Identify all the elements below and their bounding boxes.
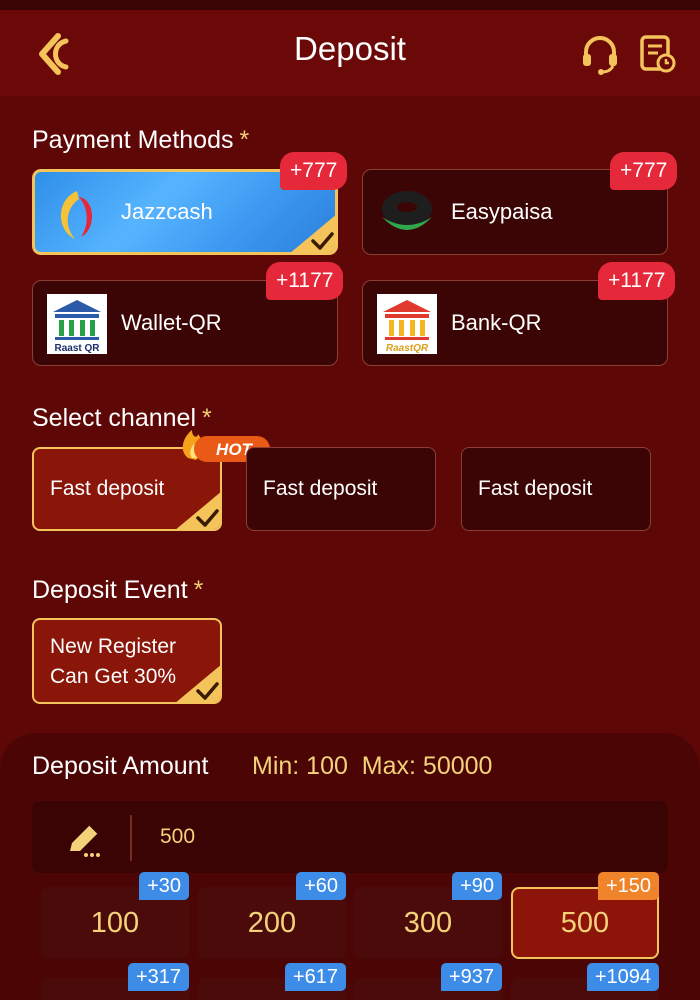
amount-chip[interactable]: 200 +60 <box>198 872 346 959</box>
event-line-1: New Register <box>50 635 177 658</box>
chip-bonus-badge: +617 <box>284 963 346 991</box>
svg-text:Raast QR: Raast QR <box>54 343 100 354</box>
bonus-badge: +1177 <box>598 262 676 300</box>
chip-value: 100 <box>90 906 140 939</box>
channel-label: Fast deposit <box>478 477 593 500</box>
chip-bonus-badge: +937 <box>440 963 502 991</box>
payment-method-label: Bank-QR <box>451 310 542 335</box>
bonus-badge: +777 <box>610 152 678 190</box>
svg-text:RaastQR: RaastQR <box>386 343 429 354</box>
deposit-history-button[interactable] <box>638 32 678 76</box>
deposit-event-title: Deposit Event <box>32 576 188 604</box>
amount-chip[interactable]: +937 <box>354 963 502 1000</box>
min-amount-label: Min: 100 <box>252 752 348 780</box>
selected-check-icon <box>176 665 220 702</box>
payment-method-label: Wallet-QR <box>121 310 222 335</box>
amount-limits: Min: 100 Max: 50000 <box>252 752 492 781</box>
chip-bonus-badge: +150 <box>597 872 659 900</box>
channel-option[interactable]: Fast deposit <box>246 447 436 531</box>
chip-bonus-badge: +1094 <box>586 963 659 991</box>
max-amount-label: Max: 50000 <box>361 752 493 780</box>
selected-check-icon <box>291 215 335 252</box>
payment-method-label: Easypaisa <box>451 199 553 224</box>
amount-chip[interactable]: 500 +150 <box>511 872 659 959</box>
channel-option[interactable]: Fast deposit <box>461 447 651 531</box>
deposit-amount-title: Deposit Amount <box>32 752 209 780</box>
chip-value: 200 <box>247 906 297 939</box>
chip-bonus-badge: +90 <box>452 872 502 900</box>
select-channel-title: Select channel <box>32 404 197 432</box>
support-button[interactable] <box>580 32 620 76</box>
chip-bonus-badge: +317 <box>127 963 189 991</box>
amount-chip[interactable]: 300 +90 <box>354 872 502 959</box>
deposit-history-icon <box>640 35 676 73</box>
payment-methods-heading: Payment Methods * <box>32 126 249 155</box>
bonus-badge: +777 <box>280 152 348 190</box>
required-mark: * <box>193 576 204 604</box>
payment-method-label: Jazzcash <box>121 199 213 224</box>
amount-chip[interactable]: +617 <box>198 963 346 1000</box>
bonus-badge: +1177 <box>266 262 344 300</box>
headset-icon <box>583 36 617 75</box>
chip-bonus-badge: +30 <box>139 872 189 900</box>
deposit-event-option[interactable]: New Register Can Get 30% <box>32 618 222 704</box>
amount-chip[interactable]: +317 <box>41 963 189 1000</box>
easypaisa-logo-icon <box>382 191 432 230</box>
pencil-icon <box>70 824 100 857</box>
amount-chip[interactable]: 100 +30 <box>41 872 189 959</box>
payment-methods-title: Payment Methods <box>32 126 234 154</box>
raast-qr-bank-logo-icon: RaastQR <box>377 294 437 354</box>
selected-check-icon <box>176 492 220 529</box>
input-divider <box>130 815 132 861</box>
required-mark: * <box>239 126 250 154</box>
chip-value: 300 <box>403 906 453 939</box>
chip-bonus-badge: +60 <box>296 872 346 900</box>
chip-value: 500 <box>560 906 610 939</box>
raast-qr-logo-icon: Raast QR <box>47 294 107 354</box>
status-strip <box>0 0 700 10</box>
amount-input-container <box>32 801 668 873</box>
jazzcash-logo-icon <box>60 191 93 239</box>
header-bar: Deposit <box>0 10 700 96</box>
amount-chip[interactable]: +1094 <box>511 963 659 1000</box>
channel-label: Fast deposit <box>50 477 165 500</box>
deposit-event-heading: Deposit Event * <box>32 576 203 605</box>
channel-label: Fast deposit <box>263 477 378 500</box>
amount-input[interactable] <box>160 813 640 861</box>
